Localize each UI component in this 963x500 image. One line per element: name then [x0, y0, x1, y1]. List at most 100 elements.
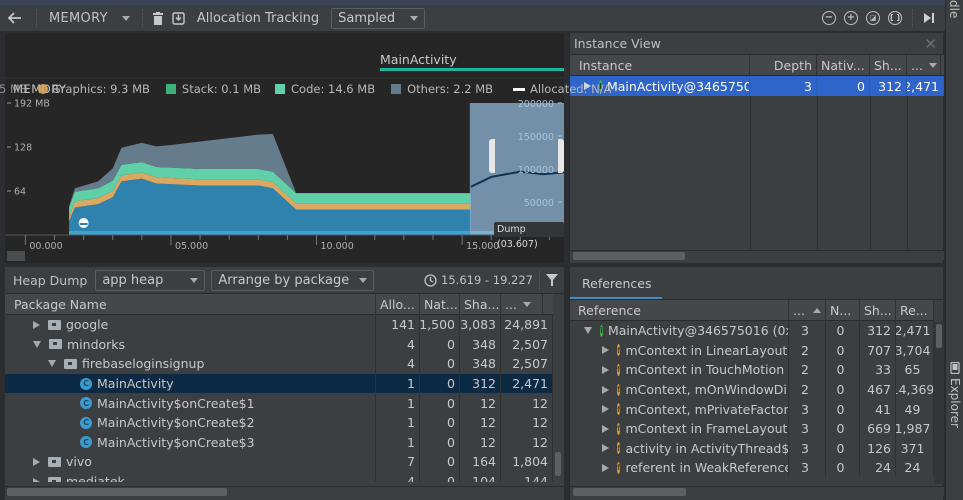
expand-arrow-icon[interactable] — [33, 477, 40, 482]
reference-row[interactable]: f mContext in LinearLayout 2 0 707 3,704 — [570, 340, 934, 361]
reference-row[interactable]: f mContext, mOnWindowDi2046714,369 — [570, 379, 934, 400]
close-icon[interactable]: ✕ — [924, 35, 937, 53]
sidebar-tab-top[interactable]: dle — [947, 0, 961, 18]
reference-row[interactable]: f activity in ActivityThread$ 3 0 126 371 — [570, 438, 934, 459]
expand-arrow-icon[interactable] — [602, 463, 609, 472]
package-row[interactable]: C MainActivity 1 0 312 2,471 — [5, 373, 553, 394]
references-vertical-scrollbar[interactable] — [934, 322, 944, 484]
package-row[interactable]: C MainActivity$onCreate$3 1 0 12 12 — [5, 432, 553, 453]
scrollbar-thumb[interactable] — [555, 452, 561, 476]
activity-label[interactable]: MainActivity — [380, 52, 457, 67]
memory-chart-svg[interactable]: 200000 150000 100000 50000 192 MB 128 64 00.0… — [5, 33, 564, 263]
retained-size: 2,471 — [501, 373, 553, 394]
column-instance[interactable]: Instance — [570, 54, 750, 76]
package-name: mediatek — [66, 474, 125, 482]
retained-size: 12 — [501, 412, 553, 433]
package-name-cell: mediatek — [5, 471, 376, 482]
package-row[interactable]: C MainActivity$onCreate$1 1 0 12 12 — [5, 393, 553, 413]
references-table-body: I MainActivity@346575016 (0x 3 0 312 2,471 f mC… — [570, 321, 934, 477]
package-row[interactable]: mediatek 4 0 104 144 — [5, 471, 553, 482]
column-retained[interactable]: ... — [907, 54, 941, 76]
column-shallow[interactable]: Sh... — [870, 54, 907, 76]
column-shallow[interactable]: Sh... — [860, 299, 896, 321]
reference-row[interactable]: f referent in WeakReference 3 0 24 24 — [570, 458, 934, 477]
expand-arrow-icon[interactable] — [602, 346, 609, 355]
scrollbar-thumb[interactable] — [7, 488, 227, 496]
scrollbar-thumb[interactable] — [573, 488, 686, 496]
arrange-select[interactable]: Arrange by package — [211, 269, 375, 291]
column-native[interactable]: Nativ... — [817, 54, 870, 76]
allocations: 1 — [376, 373, 420, 394]
column-depth[interactable]: ... — [789, 299, 826, 321]
force-gc-button[interactable] — [149, 5, 167, 32]
column-native-size[interactable]: Nat... — [420, 293, 460, 315]
package-vertical-scrollbar[interactable] — [553, 316, 563, 483]
column-shallow-size[interactable]: Sha... — [460, 293, 501, 315]
column-package-name[interactable]: Package Name — [5, 293, 376, 315]
package-name-cell: mindorks — [5, 334, 376, 355]
reference-row[interactable]: I MainActivity@346575016 (0x 3 0 312 2,471 — [570, 321, 934, 341]
legend-graphics-value: 9.3 MB — [110, 82, 150, 96]
filter-icon[interactable] — [546, 274, 558, 286]
column-native[interactable]: N... — [826, 299, 860, 321]
expand-arrow-icon[interactable] — [602, 385, 609, 394]
retained-size: 144 — [501, 471, 553, 482]
go-live-button[interactable] — [919, 5, 939, 32]
left-y-tick-label: 128 — [14, 143, 32, 154]
column-retained-size[interactable]: ... — [501, 293, 543, 315]
heap-dump-label: Heap Dump — [13, 272, 88, 288]
tab-references[interactable]: References — [570, 270, 662, 299]
column-retained[interactable]: Re... — [896, 299, 934, 321]
references-horizontal-scrollbar[interactable] — [570, 486, 944, 496]
package-row[interactable]: mindorks 4 0 348 2,507 — [5, 334, 553, 355]
profiler-selector[interactable]: MEMORY — [43, 5, 136, 32]
shallow-size: 104 — [460, 471, 501, 482]
zoom-out-button[interactable]: − — [818, 5, 840, 32]
package-horizontal-scrollbar[interactable] — [5, 486, 564, 496]
horizontal-scrollbar-thumb[interactable] — [7, 251, 25, 261]
instance-row[interactable]: I MainActivity@346575016 3 0 312 2,471 — [570, 76, 944, 96]
memory-timeline-chart[interactable]: 200000 150000 100000 50000 192 MB 128 64 00.0… — [0, 33, 611, 263]
shallow-size: 312 — [460, 373, 501, 394]
reference-name-cell: I MainActivity@346575016 (0x — [570, 321, 789, 341]
expand-arrow-icon[interactable] — [602, 424, 609, 433]
heap-select[interactable]: app heap — [95, 269, 206, 291]
references-table-header: Reference ... N... Sh... Re... — [570, 299, 934, 321]
native-size: 0 — [420, 354, 460, 374]
back-button[interactable] — [0, 5, 30, 32]
collapse-arrow-icon[interactable] — [584, 327, 592, 335]
package-row[interactable]: vivo 7 0 164 1,804 — [5, 452, 553, 472]
collapse-arrow-icon[interactable] — [33, 340, 41, 348]
allocations: 1 — [376, 412, 420, 433]
package-row[interactable]: google 141 1,500 3,083 24,891 — [5, 315, 553, 335]
expand-arrow-icon[interactable] — [602, 444, 609, 453]
package-name-cell: vivo — [5, 452, 376, 472]
instance-horizontal-scrollbar[interactable] — [570, 250, 944, 260]
selection-handle-left[interactable] — [489, 139, 495, 173]
dump-heap-button[interactable] — [167, 5, 191, 32]
reference-row[interactable]: f mContext, mPrivateFactor 3 0 41 49 — [570, 399, 934, 419]
expand-arrow-icon[interactable] — [602, 405, 609, 414]
chevron-down-icon — [190, 277, 199, 283]
reference-row[interactable]: f mContext in FrameLayout 3 0 669 1,987 — [570, 418, 934, 439]
reference-row[interactable]: f mContext in TouchMotion 2 0 33 65 — [570, 360, 934, 380]
expand-arrow-icon[interactable] — [602, 365, 609, 374]
instance-native: 0 — [817, 76, 870, 96]
column-depth[interactable]: Depth — [750, 54, 817, 76]
column-allocations[interactable]: Allo... — [376, 293, 420, 315]
scrollbar-thumb[interactable] — [936, 324, 942, 348]
zoom-in-button[interactable]: + — [840, 5, 862, 32]
reset-zoom-button[interactable]: ◪ — [862, 5, 884, 32]
collapse-arrow-icon[interactable] — [48, 360, 56, 368]
expand-arrow-icon[interactable] — [33, 320, 40, 329]
allocation-tracking-select[interactable]: Sampled — [331, 7, 426, 29]
scrollbar-thumb[interactable] — [573, 252, 685, 260]
package-name: firebaseloginsignup — [82, 356, 205, 372]
package-row[interactable]: firebaseloginsignup 4 0 348 2,507 — [5, 354, 553, 374]
expand-arrow-icon[interactable] — [33, 457, 40, 466]
device-file-explorer-tab[interactable]: Device File Explorer — [946, 362, 963, 492]
selection-handle-right[interactable] — [558, 139, 564, 173]
column-reference[interactable]: Reference — [570, 299, 789, 321]
zoom-to-selection-button[interactable]: [ ] — [884, 5, 906, 32]
package-row[interactable]: C MainActivity$onCreate$2 1 0 12 12 — [5, 412, 553, 433]
